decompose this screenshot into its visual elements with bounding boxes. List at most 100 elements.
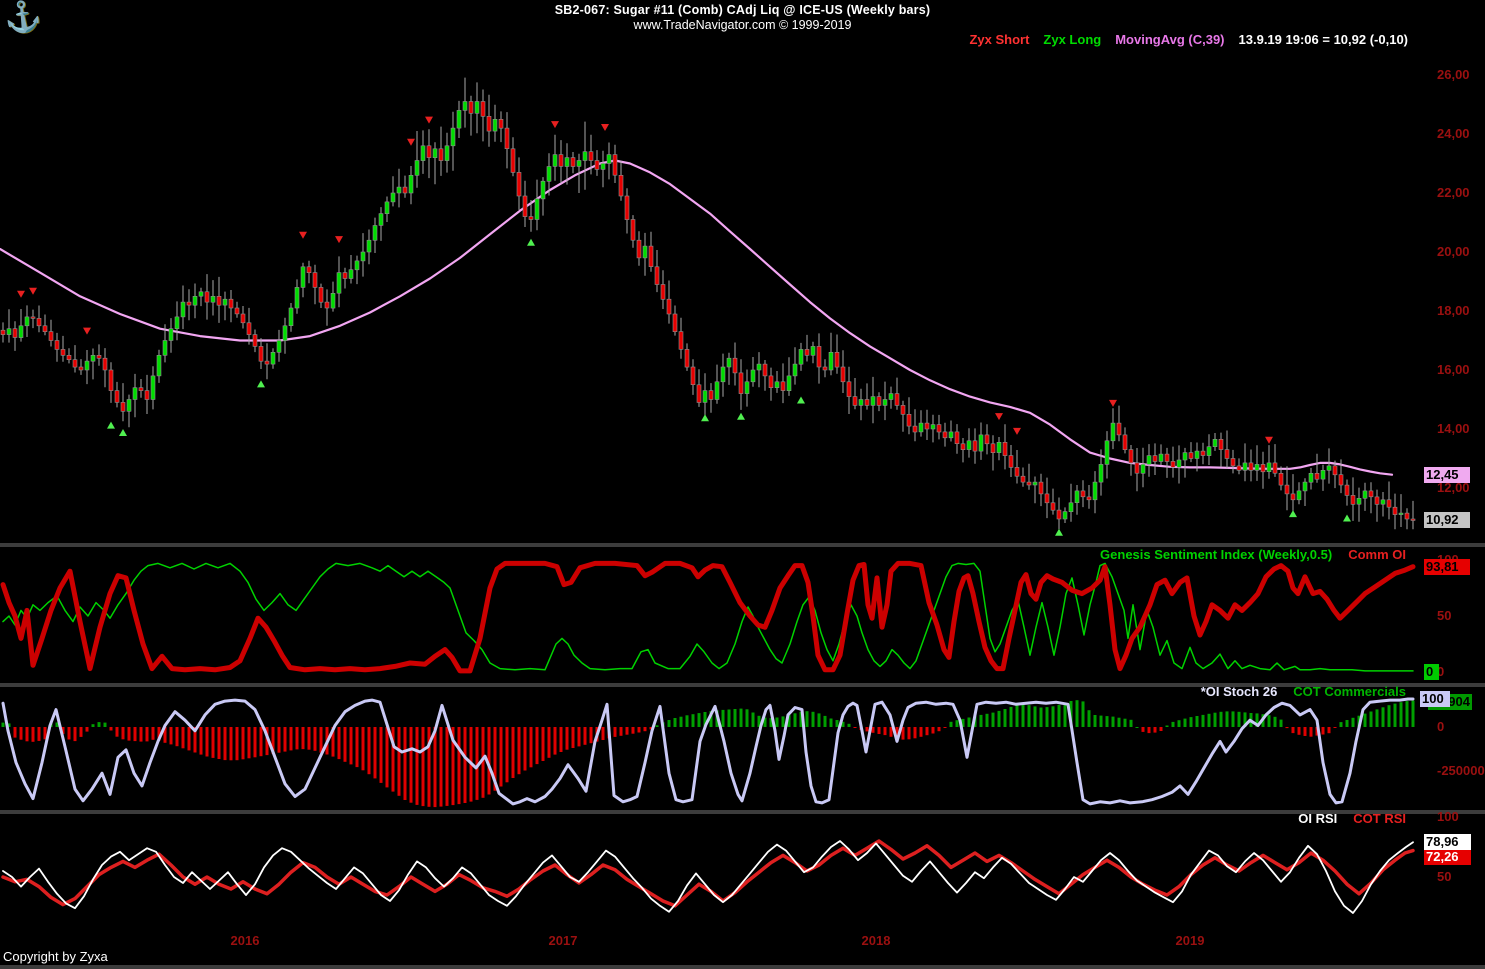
candle-up	[198, 291, 204, 297]
candle-down	[864, 399, 870, 406]
candle-up	[18, 325, 24, 338]
candle-up	[1302, 481, 1308, 492]
cot-commercials-bar-negative	[589, 727, 593, 744]
sentiment-index-line	[2, 562, 1414, 672]
candle-down	[1200, 450, 1206, 456]
zyx-long-signal-icon	[527, 238, 535, 246]
cot-commercials-bar-negative	[31, 727, 35, 742]
cot-commercials-bar-negative	[877, 727, 881, 734]
candle-down	[240, 313, 246, 324]
cot-commercials-bar-positive	[1129, 719, 1133, 727]
cot-commercials-bar-negative	[187, 727, 191, 751]
cot-commercials-bar-positive	[793, 713, 797, 727]
candle-down	[594, 160, 600, 170]
cot-commercials-bar-negative	[1141, 727, 1145, 732]
cot-commercials-bar-negative	[121, 727, 125, 740]
candle-down	[120, 402, 126, 412]
cot-commercials-bar-positive	[1003, 709, 1007, 727]
cot-rsi-line	[1, 839, 1415, 908]
candle-down	[660, 284, 666, 300]
candle-down	[0, 329, 6, 335]
cot-commercials-bar-negative	[415, 727, 419, 805]
cot-commercials-bar-positive	[967, 717, 971, 727]
comm-oi-label[interactable]: Comm OI	[1348, 547, 1406, 562]
candle-down	[1278, 472, 1284, 486]
cot-commercials-bar-positive	[721, 709, 725, 727]
candle-down	[30, 316, 36, 319]
candle-up	[786, 375, 792, 391]
candle-down	[1260, 464, 1266, 473]
candle-down	[306, 266, 312, 273]
candle-down	[1248, 462, 1254, 471]
chart-canvas[interactable]	[0, 0, 1485, 969]
zyx-long-signal-icon	[107, 421, 115, 429]
oi-rsi-label[interactable]: OI RSI	[1298, 811, 1337, 826]
candle-down	[78, 366, 84, 371]
candle-up	[798, 349, 804, 365]
cot-commercials-bar-negative	[613, 727, 617, 737]
cot-commercials-bar-negative	[1159, 727, 1163, 731]
candle-up	[858, 399, 864, 406]
zyx-short-signal-icon	[425, 116, 433, 124]
zyx-long-signal-icon	[257, 380, 265, 388]
candle-down	[342, 272, 348, 279]
cot-commercials-bar-positive	[1405, 701, 1409, 727]
trade-navigator-window: ⚓ SB2-067: Sugar #11 (Comb) CAdj Liq @ I…	[0, 0, 1485, 969]
cot-commercials-bar-positive	[979, 714, 983, 727]
cot-commercials-bar-negative	[337, 727, 341, 760]
candle-up	[354, 260, 360, 271]
cot-commercials-label[interactable]: COT Commercials	[1293, 684, 1406, 699]
cot-commercials-bar-positive	[733, 709, 737, 727]
cot-commercials-bar-negative	[409, 727, 413, 803]
cot-commercials-bar-negative	[361, 727, 365, 771]
cot-commercials-bar-negative	[349, 727, 353, 765]
candle-down	[1224, 449, 1230, 459]
candle-up	[1032, 481, 1038, 486]
cot-commercials-bar-positive	[1363, 713, 1367, 727]
cot-rsi-label[interactable]: COT RSI	[1353, 811, 1406, 826]
candle-up	[420, 145, 426, 161]
cot-commercials-bar-positive	[1051, 706, 1055, 727]
candle-up	[174, 316, 180, 329]
candle-down	[1404, 512, 1410, 520]
candle-up	[1242, 462, 1248, 471]
zyx-long-signal-icon	[1055, 528, 1063, 536]
zyx-short-signal-icon	[29, 287, 37, 295]
zyx-long-signal-icon	[1343, 514, 1351, 522]
cot-commercials-bar-positive	[775, 717, 779, 727]
cot-commercials-bar-positive	[1165, 725, 1169, 727]
cot-commercials-bar-positive	[1045, 707, 1049, 727]
candle-down	[1338, 474, 1344, 486]
candle-up	[726, 357, 732, 368]
candle-down	[516, 172, 522, 197]
candle-up	[1068, 502, 1074, 512]
sentiment-index-label[interactable]: Genesis Sentiment Index (Weekly,0.5)	[1100, 547, 1332, 562]
candle-down	[108, 369, 114, 391]
cot-commercials-bar-negative	[301, 727, 305, 750]
candle-up	[750, 369, 756, 383]
candle-up	[792, 363, 798, 377]
candle-down	[1272, 462, 1278, 474]
cot-commercials-bar-negative	[577, 727, 581, 747]
candle-down	[1410, 518, 1416, 521]
candle-down	[1374, 496, 1380, 505]
candle-down	[924, 422, 930, 430]
oi-stoch-label[interactable]: *OI Stoch 26	[1201, 684, 1278, 699]
cot-commercials-bar-negative	[643, 727, 647, 732]
candle-down	[522, 195, 528, 217]
cot-commercials-bar-positive	[1171, 721, 1175, 727]
cot-commercials-bar-negative	[151, 727, 155, 740]
candle-up	[1098, 464, 1104, 483]
candle-down	[54, 340, 60, 350]
zyx-short-signal-icon	[995, 413, 1003, 421]
cot-commercials-bar-positive	[97, 722, 101, 727]
candle-up	[702, 390, 708, 403]
candle-up	[396, 186, 402, 194]
candle-up	[552, 154, 558, 167]
candle-down	[252, 334, 258, 347]
candle-up	[810, 346, 816, 356]
cot-commercials-bar-positive	[1393, 703, 1397, 727]
candle-down	[102, 357, 108, 371]
cot-commercials-bar-positive	[1081, 701, 1085, 727]
candle-up	[360, 251, 366, 262]
